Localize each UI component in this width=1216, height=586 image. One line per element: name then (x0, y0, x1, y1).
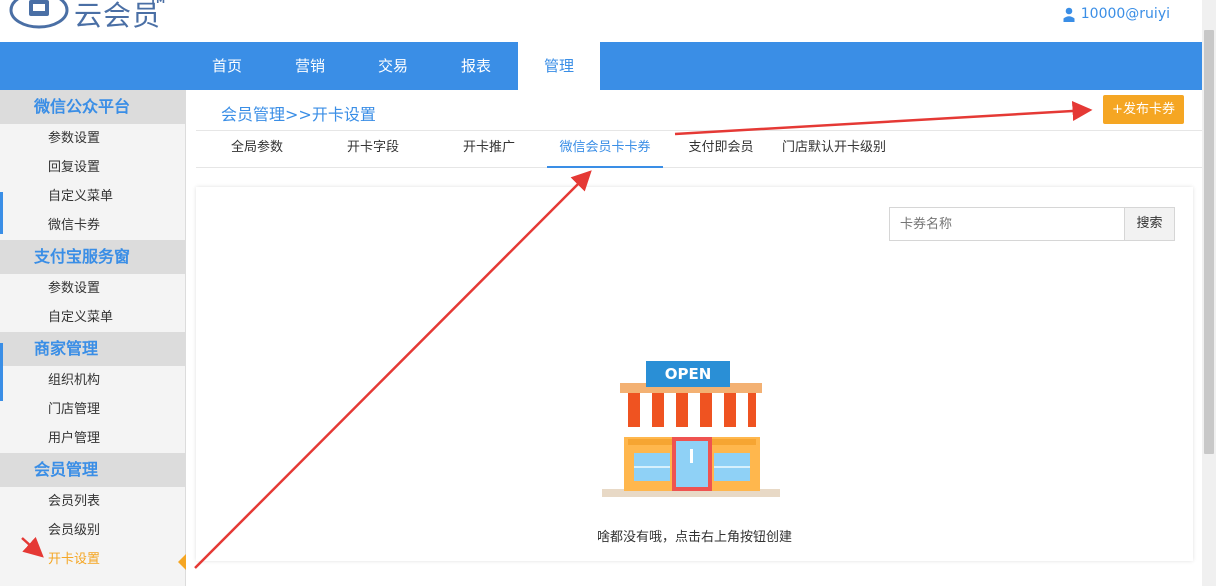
tab-store-default-level[interactable]: 门店默认开卡级别 (778, 131, 890, 168)
user-icon (1063, 7, 1075, 22)
breadcrumb: 会员管理>>开卡设置 (221, 105, 376, 124)
logo-trademark: TM (150, 0, 166, 6)
sidebar-item-users[interactable]: 用户管理 (0, 424, 185, 453)
nav-marketing[interactable]: 营销 (269, 42, 351, 90)
coupon-search-input[interactable] (889, 207, 1125, 241)
scrollbar-thumb[interactable] (1204, 30, 1214, 454)
open-sign-text: OPEN (665, 365, 712, 383)
user-account[interactable]: 10000@ruiyi (1063, 6, 1170, 22)
sidebar-item-member-levels[interactable]: 会员级别 (0, 516, 185, 545)
sidebar-item-wechat-reply[interactable]: 回复设置 (0, 153, 185, 182)
sidebar: 微信公众平台 参数设置 回复设置 自定义菜单 微信卡券 支付宝服务窗 参数设置 … (0, 90, 186, 586)
sidebar-group-wechat[interactable]: 微信公众平台 (0, 90, 185, 124)
sidebar-group-members[interactable]: 会员管理 (0, 453, 185, 487)
empty-state-message: 啥都没有哦，点击右上角按钮创建 (596, 530, 792, 545)
tab-card-promotion[interactable]: 开卡推广 (448, 131, 530, 168)
sidebar-group-merchant[interactable]: 商家管理 (0, 332, 185, 366)
tab-card-fields[interactable]: 开卡字段 (332, 131, 414, 168)
logo-text: 云会员 (74, 0, 162, 32)
sidebar-item-wechat-params[interactable]: 参数设置 (0, 124, 185, 153)
sidebar-item-alipay-menu[interactable]: 自定义菜单 (0, 303, 185, 332)
nav-home[interactable]: 首页 (186, 42, 268, 90)
search-button[interactable]: 搜索 (1124, 207, 1175, 241)
user-name: 10000@ruiyi (1080, 6, 1170, 22)
store-open-illustration-icon: OPEN (602, 361, 780, 497)
sidebar-accent-bar (0, 192, 3, 234)
nav-reports[interactable]: 报表 (435, 42, 517, 90)
active-item-caret (178, 554, 186, 570)
sidebar-item-stores[interactable]: 门店管理 (0, 395, 185, 424)
nav-management[interactable]: 管理 (518, 42, 600, 90)
sidebar-item-member-list[interactable]: 会员列表 (0, 487, 185, 516)
sidebar-item-alipay-params[interactable]: 参数设置 (0, 274, 185, 303)
page-scrollbar[interactable] (1202, 0, 1216, 586)
top-header: 云会员 TM 10000@ruiyi (0, 0, 1216, 42)
sidebar-item-organization[interactable]: 组织机构 (0, 366, 185, 395)
nav-transactions[interactable]: 交易 (352, 42, 434, 90)
tab-global-params[interactable]: 全局参数 (216, 131, 298, 168)
main-nav: 首页 营销 交易 报表 管理 (0, 42, 1202, 90)
sidebar-item-wechat-menu[interactable]: 自定义菜单 (0, 182, 185, 211)
tab-pay-to-member[interactable]: 支付即会员 (680, 131, 762, 168)
settings-tabs: 全局参数 开卡字段 开卡推广 微信会员卡卡券 支付即会员 门店默认开卡级别 (196, 130, 1202, 168)
sidebar-accent-bar (0, 343, 3, 401)
tab-wechat-member-card[interactable]: 微信会员卡卡券 (547, 131, 663, 168)
sidebar-group-alipay[interactable]: 支付宝服务窗 (0, 240, 185, 274)
content-card: 搜索 OPEN 啥都没有哦，点击右上角按钮创建 (196, 187, 1193, 561)
publish-card-button[interactable]: +发布卡券 (1103, 95, 1184, 124)
sidebar-item-wechat-coupons[interactable]: 微信卡券 (0, 211, 185, 240)
sidebar-item-card-settings[interactable]: 开卡设置 (0, 545, 185, 574)
